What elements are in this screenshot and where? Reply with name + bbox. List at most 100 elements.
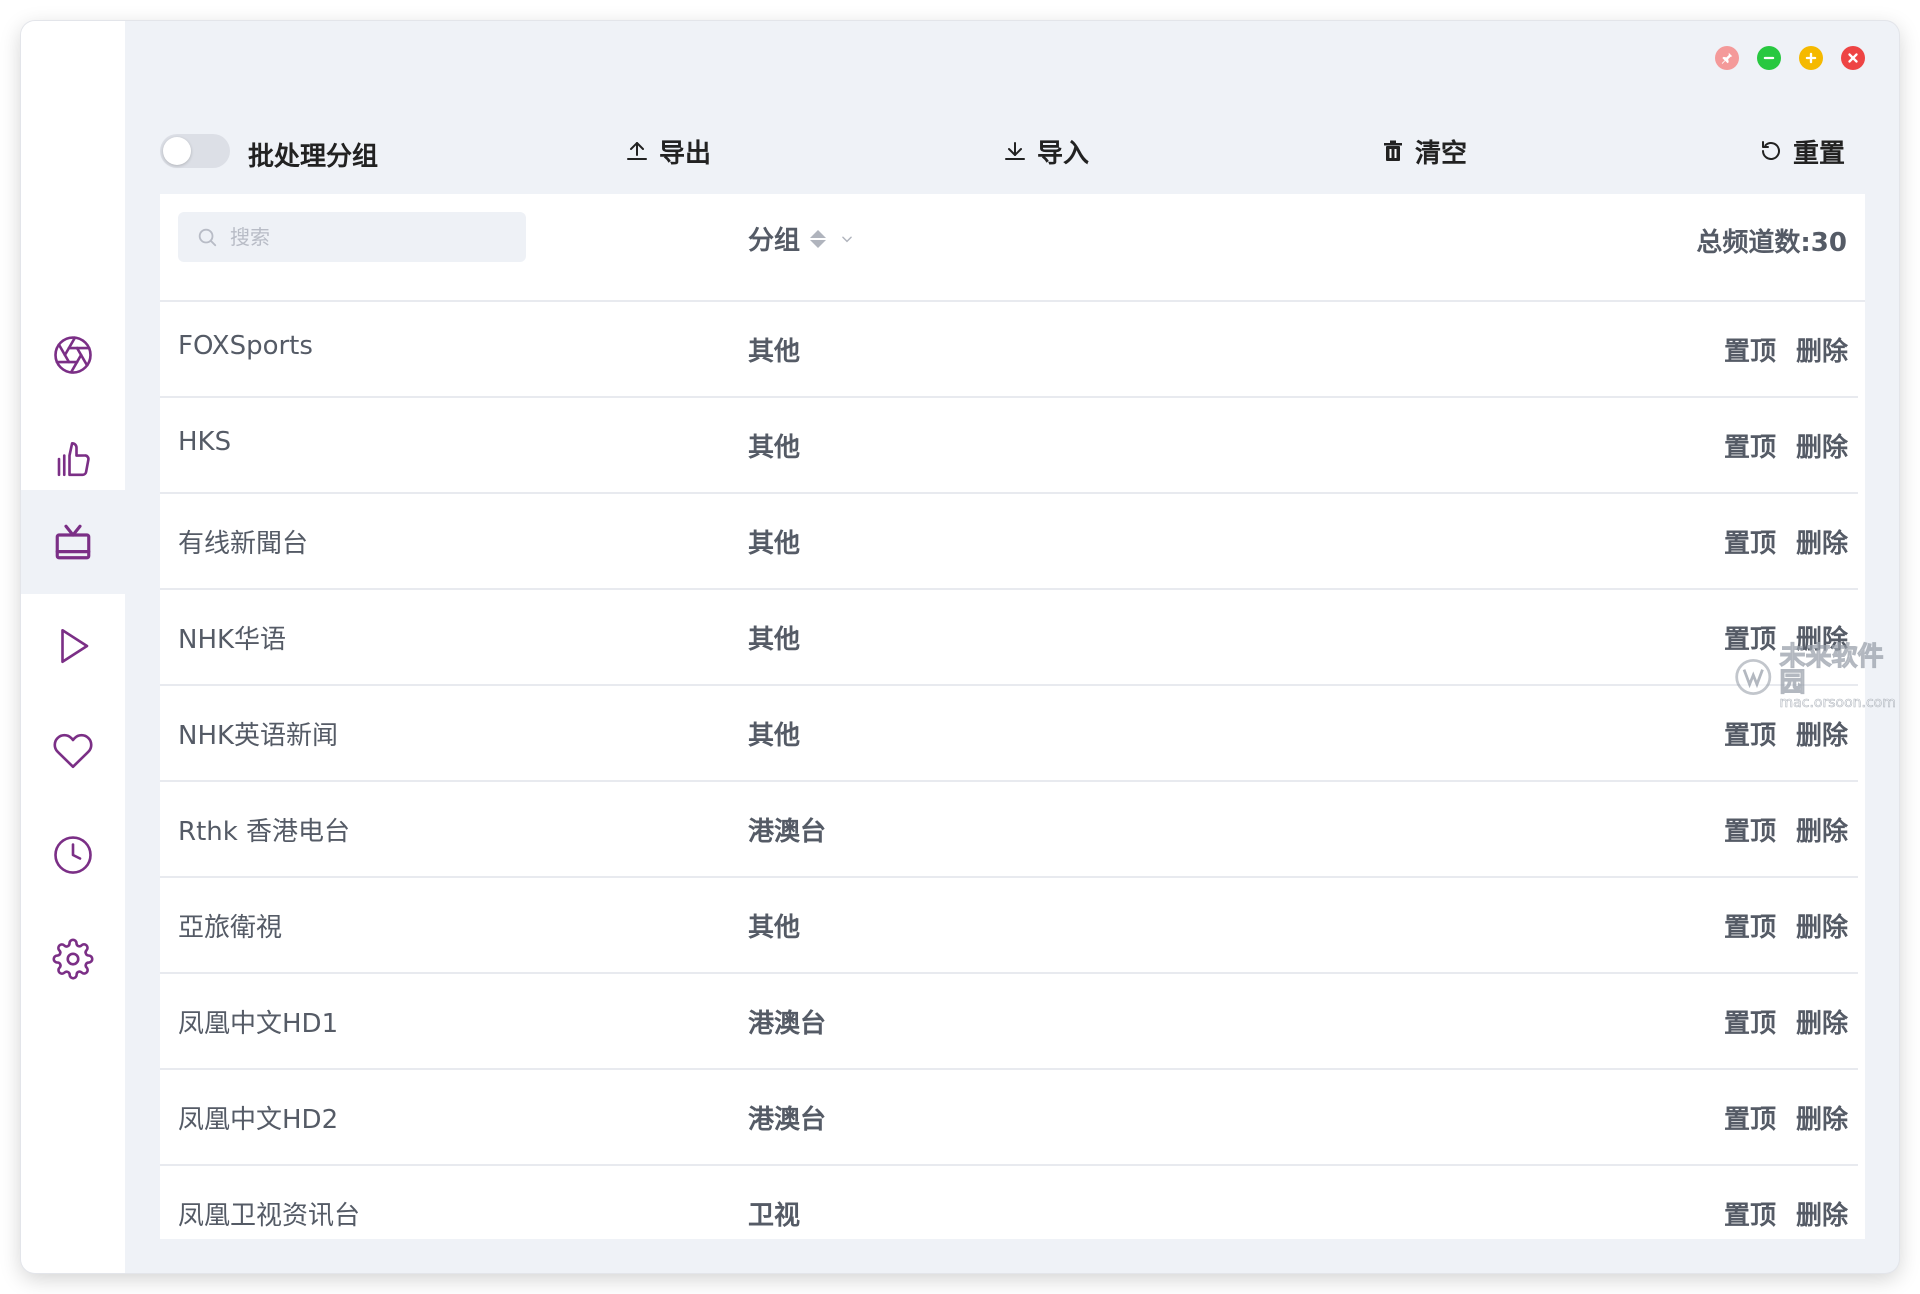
batch-group-toggle[interactable]	[160, 134, 230, 168]
delete-button[interactable]: 删除	[1796, 331, 1848, 368]
watermark-url: mac.orsoon.com	[1780, 696, 1899, 710]
nav-settings[interactable]	[21, 907, 125, 1011]
pin-button[interactable]	[1715, 46, 1739, 70]
watermark-text: 未来软件园 mac.orsoon.com	[1780, 644, 1899, 710]
delete-button[interactable]: 删除	[1796, 427, 1848, 464]
plus-icon	[1804, 51, 1818, 65]
table-row[interactable]: 亞旅衛視 其他 置顶删除	[160, 878, 1858, 974]
row-actions: 置顶删除	[1724, 523, 1848, 560]
channel-group: 港澳台	[748, 1003, 826, 1040]
channel-name: HKS	[178, 427, 231, 457]
nav-play[interactable]	[21, 594, 125, 698]
maximize-button[interactable]	[1799, 46, 1823, 70]
trash-icon	[1381, 139, 1405, 163]
export-label: 导出	[659, 133, 711, 170]
clock-icon	[52, 834, 94, 876]
table-row[interactable]: HKS 其他 置顶删除	[160, 398, 1858, 494]
table-row[interactable]: 有线新聞台 其他 置顶删除	[160, 494, 1858, 590]
row-actions: 置顶删除	[1724, 715, 1848, 752]
sort-icon[interactable]	[810, 230, 826, 248]
channel-name: NHK英语新闻	[178, 715, 338, 752]
close-button[interactable]	[1841, 46, 1865, 70]
toggle-knob	[163, 137, 191, 165]
clear-button[interactable]: 清空	[1381, 133, 1467, 169]
group-column-header[interactable]: 分组	[748, 220, 854, 257]
row-actions: 置顶删除	[1724, 907, 1848, 944]
pin-top-button[interactable]: 置顶	[1724, 715, 1776, 752]
pin-top-button[interactable]: 置顶	[1724, 1003, 1776, 1040]
upload-icon	[625, 139, 649, 163]
table-row[interactable]: Rthk 香港电台港澳台置顶删除	[160, 782, 1858, 878]
pin-top-button[interactable]: 置顶	[1724, 523, 1776, 560]
toolbar: 批处理分组 导出 导入 清空	[160, 121, 1850, 181]
pin-top-button[interactable]: 置顶	[1724, 331, 1776, 368]
delete-button[interactable]: 删除	[1796, 811, 1848, 848]
table-row[interactable]: FOXSports其他置顶删除	[160, 302, 1858, 398]
delete-button[interactable]: 删除	[1796, 1195, 1848, 1232]
table-row[interactable]: 凤凰卫视资讯台 卫视 置顶删除	[160, 1166, 1858, 1239]
search-icon	[196, 226, 218, 248]
heart-icon	[52, 730, 94, 772]
delete-button[interactable]: 删除	[1796, 1099, 1848, 1136]
channel-group: 其他	[748, 523, 800, 560]
import-button[interactable]: 导入	[1003, 133, 1089, 169]
channel-group: 其他	[748, 907, 800, 944]
clear-label: 清空	[1415, 133, 1467, 170]
pin-top-button[interactable]: 置顶	[1724, 427, 1776, 464]
channel-name: 凤凰卫视资讯台	[178, 1195, 360, 1232]
row-actions: 置顶删除	[1724, 811, 1848, 848]
row-actions: 置顶删除	[1724, 1195, 1848, 1232]
row-actions: 置顶删除	[1724, 427, 1848, 464]
search-input[interactable]	[228, 224, 512, 250]
gear-icon	[52, 938, 94, 980]
watermark: 未来软件园 mac.orsoon.com	[1733, 644, 1899, 710]
delete-button[interactable]: 删除	[1796, 523, 1848, 560]
table-row[interactable]: 凤凰中文HD1港澳台置顶删除	[160, 974, 1858, 1070]
thumbs-up-icon	[52, 438, 94, 480]
refresh-icon	[1759, 139, 1783, 163]
nav-live-tv[interactable]	[21, 490, 125, 594]
channel-group: 其他	[748, 427, 800, 464]
pin-top-button[interactable]: 置顶	[1724, 1099, 1776, 1136]
channel-group: 港澳台	[748, 1099, 826, 1136]
aperture-icon	[52, 334, 94, 376]
nav-favorites[interactable]	[21, 699, 125, 803]
delete-button[interactable]: 删除	[1796, 715, 1848, 752]
row-actions: 置顶删除	[1724, 331, 1848, 368]
close-icon	[1846, 51, 1860, 65]
row-actions: 置顶删除	[1724, 1099, 1848, 1136]
watermark-name: 未来软件园	[1780, 644, 1899, 696]
table-row[interactable]: NHK英语新闻其他置顶删除	[160, 686, 1858, 782]
group-header-label: 分组	[748, 220, 800, 257]
channel-group: 卫视	[748, 1195, 800, 1232]
channel-name: 亞旅衛視	[178, 907, 282, 944]
delete-button[interactable]: 删除	[1796, 1003, 1848, 1040]
table-body: FOXSports其他置顶删除HKS其他置顶删除有线新聞台其他置顶删除NHK华语…	[160, 302, 1865, 1239]
channel-group: 其他	[748, 331, 800, 368]
channel-group: 其他	[748, 619, 800, 656]
nav-discover[interactable]	[21, 303, 125, 407]
minus-icon	[1762, 51, 1776, 65]
download-icon	[1003, 139, 1027, 163]
reset-button[interactable]: 重置	[1759, 133, 1845, 169]
table-row[interactable]: 凤凰中文HD2港澳台置顶删除	[160, 1070, 1858, 1166]
window-controls	[1715, 46, 1865, 70]
batch-group-label: 批处理分组	[248, 136, 378, 173]
delete-button[interactable]: 删除	[1796, 907, 1848, 944]
channel-name: Rthk 香港电台	[178, 811, 350, 848]
play-icon	[52, 625, 94, 667]
search-box	[178, 212, 526, 262]
pin-top-button[interactable]: 置顶	[1724, 907, 1776, 944]
channel-name: 有线新聞台	[178, 523, 308, 560]
nav-history[interactable]	[21, 803, 125, 907]
pin-top-button[interactable]: 置顶	[1724, 811, 1776, 848]
export-button[interactable]: 导出	[625, 133, 711, 169]
table-row[interactable]: NHK华语其他置顶删除	[160, 590, 1858, 686]
pin-top-button[interactable]: 置顶	[1724, 1195, 1776, 1232]
app-window: 批处理分组 导出 导入 清空	[21, 21, 1899, 1273]
minimize-button[interactable]	[1757, 46, 1781, 70]
pin-icon	[1720, 51, 1734, 65]
chevron-down-icon[interactable]	[840, 232, 854, 246]
total-channels: 总频道数:30	[1696, 222, 1847, 259]
table-header: 分组 总频道数:30	[160, 194, 1865, 302]
